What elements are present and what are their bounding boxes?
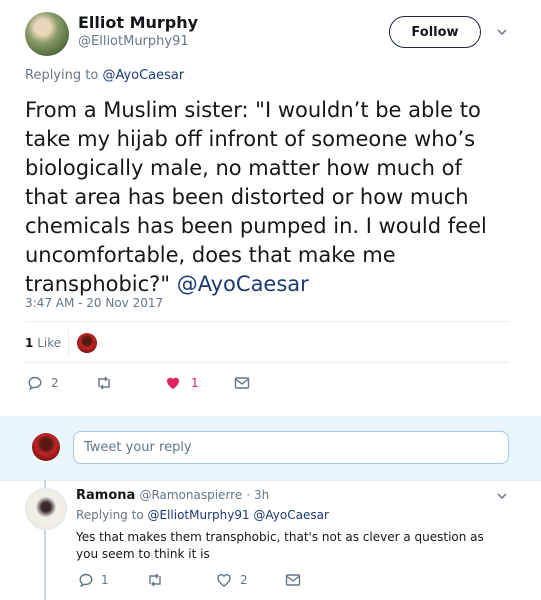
current-user-avatar[interactable] [32, 433, 60, 461]
reply-reply-action[interactable]: 1 [78, 572, 109, 588]
thread-line-bottom [44, 530, 46, 600]
reply-text: Yes that makes them transphobic, that's … [76, 530, 484, 561]
reply-replying-to: Replying to @ElliotMurphy91 @AyoCaesar [76, 508, 329, 522]
divider-top [25, 321, 509, 322]
chevron-down-icon[interactable] [495, 24, 509, 38]
tweet-text: From a Muslim sister: "I wouldn’t be abl… [25, 96, 505, 299]
reply-author-handle[interactable]: @Ramonaspierre [139, 488, 242, 502]
reply-header: Ramona @Ramonaspierre · 3h [76, 488, 269, 503]
envelope-icon [234, 376, 250, 390]
likes-summary[interactable]: 1 Like [25, 336, 61, 350]
divider-mid [25, 362, 509, 363]
reply-retweet-icon [146, 572, 164, 588]
tweet-timestamp[interactable]: 3:47 AM - 20 Nov 2017 [25, 296, 163, 310]
reply-retweet-action[interactable] [146, 572, 164, 588]
likes-label: Like [37, 336, 62, 350]
reply-count: 2 [51, 376, 59, 390]
like-count: 1 [191, 376, 199, 390]
reply-icon [27, 375, 43, 391]
follow-button[interactable]: Follow [389, 16, 481, 48]
reply-like-count: 2 [240, 573, 248, 587]
heart-filled-icon [165, 375, 181, 391]
likes-divider [68, 329, 69, 357]
author-handle[interactable]: @ElliotMurphy91 [78, 34, 189, 49]
likes-count: 1 [25, 336, 34, 350]
reply-avatar[interactable] [25, 488, 67, 530]
retweet-action[interactable] [95, 375, 113, 391]
like-action[interactable]: 1 [165, 375, 199, 391]
retweet-icon [95, 375, 113, 391]
reply-placeholder: Tweet your reply [84, 440, 192, 455]
heart-outline-icon [216, 572, 232, 588]
replying-to-link[interactable]: @AyoCaesar [102, 68, 184, 83]
tweet-mention[interactable]: @AyoCaesar [177, 272, 309, 296]
reply-like-action[interactable]: 2 [216, 572, 248, 588]
reply-chevron-down-icon[interactable] [495, 488, 509, 502]
reply-replying-label: Replying to [76, 508, 144, 522]
reply-action[interactable]: 2 [27, 375, 59, 391]
replying-label: Replying to [25, 68, 99, 83]
divider-reply [0, 480, 541, 481]
reply-input[interactable]: Tweet your reply [73, 431, 509, 464]
reply-reply-count: 1 [101, 573, 109, 587]
reply-dm-action[interactable] [285, 573, 301, 587]
tweet-body: From a Muslim sister: "I wouldn’t be abl… [25, 98, 487, 296]
reply-time[interactable]: · 3h [246, 488, 269, 502]
dm-action[interactable] [234, 376, 250, 390]
reply-reply-icon [78, 572, 94, 588]
author-avatar[interactable] [25, 12, 69, 56]
reply-envelope-icon [285, 573, 301, 587]
reply-author-name[interactable]: Ramona [76, 488, 135, 503]
thread-line-top [44, 480, 46, 488]
reply-replying-links[interactable]: @ElliotMurphy91 @AyoCaesar [147, 508, 328, 522]
liker-avatar[interactable] [77, 333, 97, 353]
author-name[interactable]: Elliot Murphy [78, 13, 198, 32]
replying-to: Replying to @AyoCaesar [25, 68, 184, 83]
